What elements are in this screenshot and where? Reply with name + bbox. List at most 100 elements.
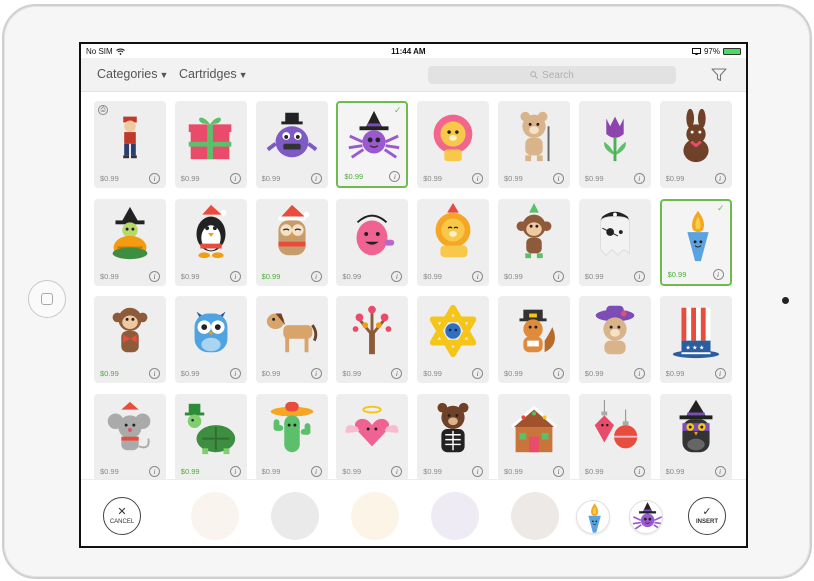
image-tile-leprechaun-turtle[interactable]: $0.99 i [174, 393, 247, 481]
image-tile-party-monkey[interactable]: $0.99 i [498, 198, 570, 286]
insert-label: INSERT [695, 519, 718, 525]
image-price: $0.99 [342, 369, 362, 378]
image-price: $0.99 [180, 369, 200, 378]
info-icon[interactable]: i [229, 465, 241, 477]
info-icon[interactable]: i [229, 368, 241, 379]
image-tile-skeleton-bear[interactable]: $0.99 i [417, 393, 490, 481]
info-icon[interactable]: i [472, 173, 484, 184]
info-icon[interactable]: i [310, 270, 322, 282]
image-tile-pirate-ghost[interactable]: $0.99 i [578, 198, 651, 286]
santa-mouse-image [107, 401, 151, 450]
info-icon[interactable]: i [389, 171, 401, 182]
image-price: $0.99 [504, 174, 523, 183]
image-price: $0.99 [504, 466, 523, 476]
image-tile-witch-owl[interactable]: $0.99 i [659, 393, 732, 481]
horse-image [266, 313, 317, 353]
info-icon[interactable]: i [553, 465, 564, 477]
gingerbread-house-image [510, 405, 558, 452]
image-tile-blue-owl[interactable]: $0.99 i [174, 296, 247, 383]
image-tile-bear-hat[interactable]: $0.99 i [578, 296, 651, 383]
cancel-label: CANCEL [109, 519, 135, 525]
info-icon[interactable]: i [229, 270, 241, 282]
home-button[interactable] [28, 280, 66, 318]
bottom-bar: ✕ CANCEL ✓ INSERT [81, 479, 746, 546]
info-icon[interactable]: i [553, 368, 564, 379]
witch-owl-image [679, 399, 713, 452]
info-icon[interactable]: i [229, 173, 241, 184]
picked-torch[interactable] [576, 500, 610, 534]
categories-menu[interactable]: Categories ▼ [97, 67, 168, 81]
heart-tree-image [353, 305, 392, 355]
image-tile-horse[interactable]: $0.99 i [255, 296, 328, 383]
info-icon[interactable]: i [712, 268, 724, 280]
info-icon[interactable]: i [553, 270, 564, 282]
faded-background-image [431, 492, 479, 540]
info-icon[interactable]: i [714, 465, 726, 477]
ornaments-image [594, 399, 638, 448]
info-icon[interactable]: i [310, 173, 322, 184]
picked-witch-spider[interactable] [629, 500, 663, 534]
image-tile-monkey-bowtie[interactable]: $0.99 i [94, 296, 166, 383]
image-tile-lion-pink[interactable]: $0.99 i [417, 101, 490, 188]
info-icon[interactable]: i [472, 465, 484, 477]
info-icon[interactable]: i [149, 270, 160, 282]
info-icon[interactable]: i [149, 368, 160, 379]
image-tile-ornaments[interactable]: $0.99 i [578, 393, 651, 481]
info-icon[interactable]: i [149, 465, 160, 477]
image-tile-witch-spider[interactable]: ✓ $0.99 i [336, 101, 409, 188]
image-tile-gift[interactable]: $0.99 i [174, 101, 247, 188]
info-icon[interactable]: i [472, 270, 484, 282]
info-icon[interactable]: i [310, 465, 322, 477]
image-tile-santa-mouse[interactable]: $0.99 i [94, 393, 166, 481]
info-icon[interactable]: i [633, 368, 645, 379]
image-price: $0.99 [665, 174, 685, 183]
filter-icon[interactable] [711, 68, 727, 82]
image-tile-party-lion[interactable]: $0.99 i [417, 198, 490, 286]
image-tile-uncle-sam-hat[interactable]: ★ ★ ★ $0.99 i [659, 296, 732, 383]
image-tile-pirate[interactable]: ⎙ $0.99 i [94, 101, 166, 188]
info-icon[interactable]: i [310, 368, 322, 379]
cartridges-menu[interactable]: Cartridges ▼ [179, 67, 248, 81]
skeleton-bear-image [437, 402, 469, 452]
cartridges-label: Cartridges [179, 67, 237, 81]
image-tile-angel-heart[interactable]: $0.99 i [336, 393, 409, 481]
image-tile-teddy-golf[interactable]: $0.99 i [498, 101, 570, 188]
info-icon[interactable]: i [633, 465, 645, 477]
info-icon[interactable]: i [391, 368, 403, 379]
categories-label: Categories [97, 67, 158, 81]
sombrero-cactus-image [270, 401, 313, 452]
pirate-ghost-image [599, 211, 630, 256]
search-input[interactable]: Search [428, 66, 676, 84]
image-tile-witch-turtle[interactable]: $0.99 i [94, 198, 166, 286]
info-icon[interactable]: i [472, 368, 484, 379]
image-price: $0.99 [665, 369, 685, 378]
info-icon[interactable]: i [633, 173, 645, 184]
insert-button[interactable]: ✓ INSERT [688, 497, 726, 535]
image-tile-santa-owl[interactable]: $0.99 i [255, 198, 328, 286]
image-tile-heart-tree[interactable]: $0.99 i [336, 296, 409, 383]
image-price: $0.99 [100, 271, 119, 281]
info-icon[interactable]: i [633, 270, 645, 282]
image-tile-star-of-david[interactable]: $0.99 i [417, 296, 490, 383]
info-icon[interactable]: i [714, 368, 726, 379]
party-monkey-image [516, 202, 552, 258]
image-tile-purple-monster[interactable]: $0.99 i [255, 101, 328, 188]
image-tile-santa-penguin[interactable]: $0.99 i [174, 198, 247, 286]
cancel-button[interactable]: ✕ CANCEL [103, 497, 141, 535]
image-tile-trick-or-treat-bucket[interactable]: $0.99 i [336, 198, 409, 286]
image-tile-chocolate-bunny[interactable]: $0.99 i [659, 101, 732, 188]
image-tile-tulip[interactable]: $0.99 i [578, 101, 651, 188]
close-icon: ✕ [117, 506, 127, 518]
info-icon[interactable]: i [553, 173, 564, 184]
info-icon[interactable]: i [391, 465, 403, 477]
info-icon[interactable]: i [714, 173, 726, 184]
info-icon[interactable]: i [149, 173, 160, 184]
info-icon[interactable]: i [391, 270, 403, 282]
image-tile-torch[interactable]: ✓ $0.99 i [659, 198, 732, 286]
image-tile-pilgrim-squirrel[interactable]: $0.99 i [498, 296, 570, 383]
pilgrim-squirrel-image [519, 309, 555, 353]
witch-spider-thumbnail [632, 502, 662, 531]
selected-check-icon: ✓ [717, 202, 725, 213]
image-tile-gingerbread-house[interactable]: $0.99 i [498, 393, 570, 481]
image-tile-sombrero-cactus[interactable]: $0.99 i [255, 393, 328, 481]
